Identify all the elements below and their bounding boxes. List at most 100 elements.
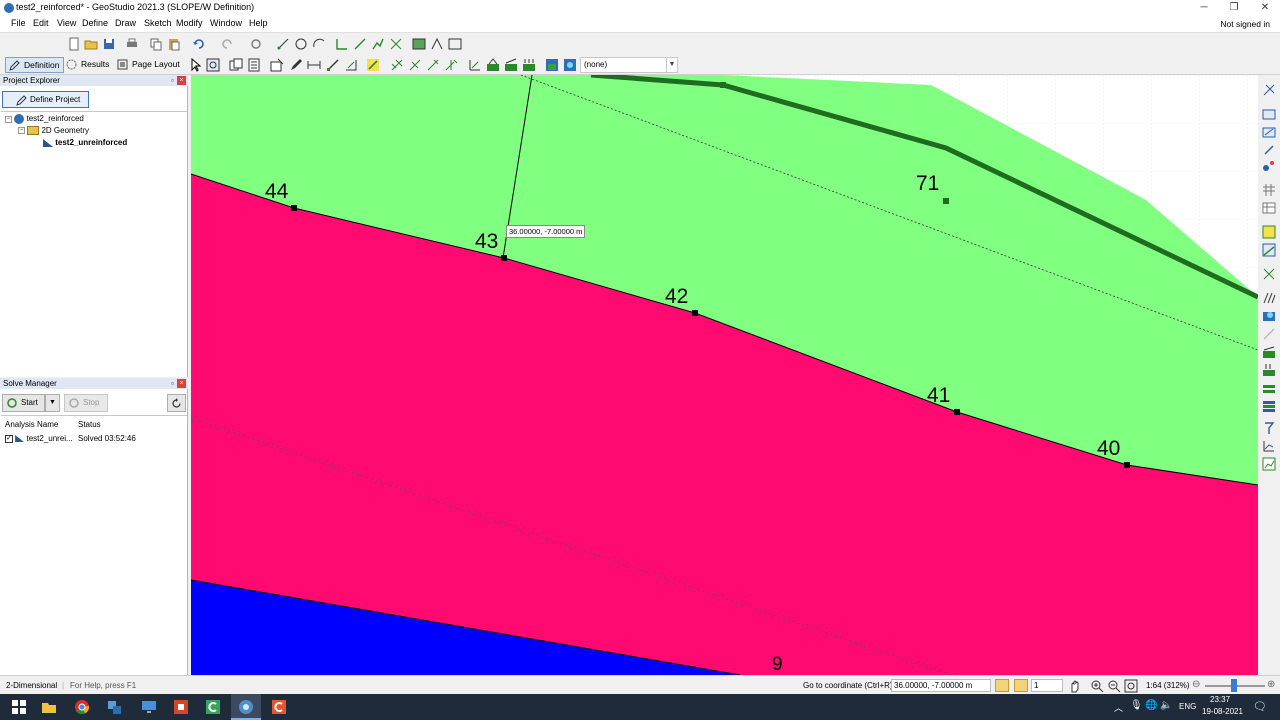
- snap-grid-icon[interactable]: [995, 679, 1009, 692]
- menu-define[interactable]: Define: [82, 18, 108, 28]
- pan-hand-icon[interactable]: [1068, 679, 1082, 693]
- grid-radius-icon[interactable]: [486, 58, 500, 72]
- camtasia-green-icon[interactable]: [204, 698, 222, 716]
- grid-icon[interactable]: [1262, 267, 1276, 281]
- paste-icon[interactable]: [167, 37, 181, 51]
- close-icon[interactable]: ×: [177, 379, 186, 388]
- refresh-button[interactable]: [167, 394, 186, 412]
- close-button[interactable]: ✕: [1250, 0, 1280, 16]
- checkbox-checked[interactable]: ✓: [5, 434, 13, 443]
- nodes-icon[interactable]: [1262, 159, 1276, 173]
- start-button[interactable]: Start: [2, 394, 45, 412]
- tab-page-layout[interactable]: Page Layout: [114, 57, 184, 73]
- menu-file[interactable]: File: [11, 18, 26, 28]
- menu-modify[interactable]: Modify: [176, 18, 203, 28]
- point-43[interactable]: [501, 255, 507, 261]
- draw-points-icon[interactable]: [276, 37, 290, 51]
- collapse-icon[interactable]: −: [5, 115, 12, 123]
- surface-load-icon[interactable]: [522, 58, 536, 72]
- tree-analysis-item[interactable]: test2_unreinforced: [43, 138, 127, 147]
- point-41[interactable]: [954, 409, 960, 415]
- clock-time[interactable]: 23:37: [1210, 695, 1230, 704]
- nail-icon[interactable]: [426, 58, 440, 72]
- redo-icon[interactable]: [220, 37, 234, 51]
- zoom-region-icon[interactable]: [206, 58, 220, 72]
- tab-definition[interactable]: Definition: [5, 57, 65, 73]
- minimize-button[interactable]: ─: [1189, 0, 1219, 16]
- restore-button[interactable]: ❐: [1219, 0, 1249, 16]
- point-40[interactable]: [1124, 462, 1130, 468]
- zoom-fit-icon[interactable]: [1124, 679, 1138, 693]
- clock-date[interactable]: 19-08-2021: [1202, 707, 1243, 716]
- office-app-icon[interactable]: [172, 698, 190, 716]
- table-row[interactable]: ✓ test2_unrei...: [5, 434, 73, 443]
- probe-icon[interactable]: [1262, 421, 1276, 435]
- start-dropdown-button[interactable]: ▼: [45, 394, 60, 412]
- reinforcement-icon[interactable]: [390, 58, 404, 72]
- pressure-line-icon[interactable]: [504, 58, 518, 72]
- geostudio-taskbar-icon[interactable]: [237, 698, 255, 716]
- draw-arc-icon[interactable]: [312, 37, 326, 51]
- column-status[interactable]: Status: [78, 420, 101, 429]
- anchor-icon[interactable]: [408, 58, 422, 72]
- new-file-icon[interactable]: [67, 37, 81, 51]
- collapse-icon[interactable]: −: [18, 127, 25, 135]
- notification-icon[interactable]: 🗨: [1253, 700, 1267, 713]
- volume-icon[interactable]: 🔈: [1160, 700, 1172, 711]
- slice-icon[interactable]: [1262, 327, 1276, 341]
- mesh-icon[interactable]: [1262, 183, 1276, 197]
- column-analysis-name[interactable]: Analysis Name: [5, 420, 58, 429]
- menu-draw[interactable]: Draw: [115, 18, 136, 28]
- water-icon[interactable]: [1262, 309, 1276, 323]
- microphone-icon[interactable]: 🎙: [1130, 700, 1143, 711]
- menu-sketch[interactable]: Sketch: [144, 18, 172, 28]
- language-indicator[interactable]: ENG: [1179, 702, 1196, 711]
- properties-icon[interactable]: [247, 58, 261, 72]
- zoom-slider-thumb[interactable]: [1231, 679, 1237, 692]
- zoom-minus-icon[interactable]: ⊖: [1192, 679, 1200, 690]
- print-icon[interactable]: [125, 37, 139, 51]
- axis-icon[interactable]: [335, 37, 349, 51]
- sketch-tool-icon[interactable]: [389, 37, 403, 51]
- draw-region-icon[interactable]: [270, 58, 284, 72]
- select-arrow-icon[interactable]: [189, 58, 203, 72]
- open-folder-icon[interactable]: [84, 37, 98, 51]
- region-props-icon[interactable]: [1262, 125, 1276, 139]
- chevron-down-icon[interactable]: ▼: [666, 58, 677, 72]
- zoom-plus-icon[interactable]: ⊕: [1267, 679, 1275, 690]
- graph-icon[interactable]: [1262, 439, 1276, 453]
- dimension-icon[interactable]: [430, 37, 444, 51]
- surface-icon[interactable]: [1262, 345, 1276, 359]
- image-icon[interactable]: [412, 37, 426, 51]
- network-icon[interactable]: 🌐: [1145, 700, 1157, 711]
- define-project-button[interactable]: Define Project: [2, 91, 89, 108]
- sketch-line-icon[interactable]: [353, 37, 367, 51]
- stack-icon[interactable]: [1262, 399, 1276, 413]
- goto-coordinate-input[interactable]: 36.00000, -7.00000 m: [891, 679, 991, 692]
- analysis-settings-icon[interactable]: [1262, 83, 1276, 97]
- menu-view[interactable]: View: [57, 18, 76, 28]
- pen-icon[interactable]: [289, 58, 303, 72]
- pin-icon[interactable]: ▫: [171, 75, 174, 86]
- remote-desktop-icon[interactable]: [140, 698, 158, 716]
- entry-exit-icon[interactable]: [468, 58, 482, 72]
- draw-line-icon[interactable]: [326, 58, 340, 72]
- save-icon[interactable]: [102, 37, 116, 51]
- highlight-icon[interactable]: [366, 58, 380, 72]
- material-dropdown[interactable]: (none) ▼: [580, 57, 678, 73]
- drawing-canvas[interactable]: 44 43 42 71 41 40 9 36.00000, -7.00000 m: [191, 75, 1258, 675]
- chart-icon[interactable]: [1262, 457, 1276, 471]
- point-top[interactable]: [720, 82, 726, 88]
- sketch-polyline-icon[interactable]: [371, 37, 385, 51]
- refresh-icon[interactable]: [249, 37, 263, 51]
- table-icon[interactable]: [1262, 201, 1276, 215]
- pin-icon[interactable]: ▫: [171, 378, 174, 389]
- sketch-text-icon[interactable]: [1262, 225, 1276, 239]
- tree-folder[interactable]: − 2D Geometry: [18, 126, 89, 136]
- close-icon[interactable]: ×: [177, 76, 186, 85]
- duplicate-icon[interactable]: [229, 58, 243, 72]
- zoom-step-input[interactable]: 1: [1031, 679, 1063, 692]
- distance-icon[interactable]: [307, 58, 321, 72]
- tab-results[interactable]: Results: [63, 57, 113, 73]
- key-in-icon[interactable]: [1262, 107, 1276, 121]
